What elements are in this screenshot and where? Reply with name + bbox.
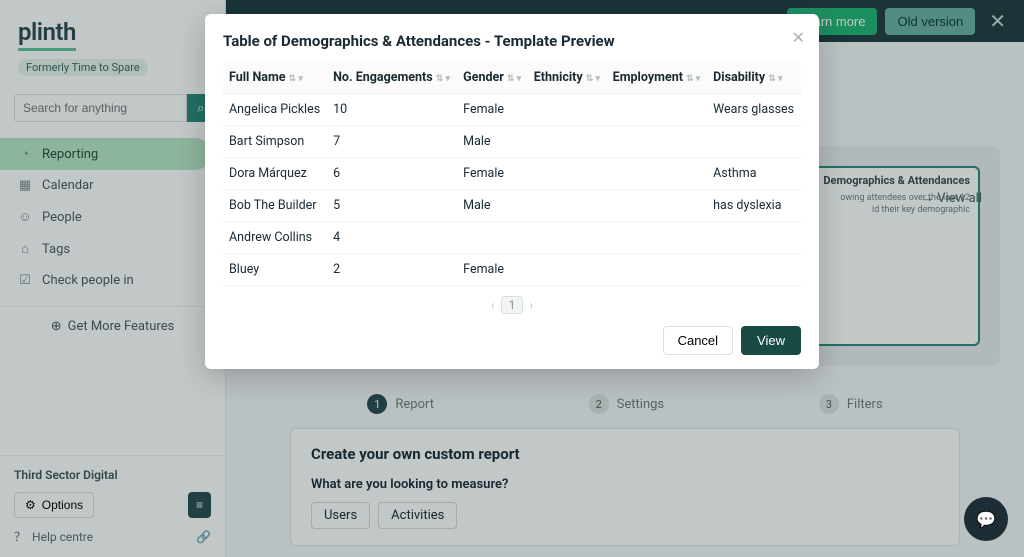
pager-next[interactable]: › [529, 298, 533, 312]
sort-icon[interactable]: ⇅ ▾ [436, 74, 450, 84]
modal-overlay: ✕ Table of Demographics & Attendances - … [0, 0, 1024, 557]
table-row: Angelica Pickles10Female Wears glasses [223, 94, 801, 126]
cancel-button[interactable]: Cancel [663, 326, 733, 355]
table-cell: Bob The Builder [223, 190, 327, 222]
modal-actions: Cancel View [223, 326, 801, 355]
table-cell [528, 222, 607, 254]
table-cell [607, 190, 707, 222]
table-cell: 2 [327, 254, 457, 286]
preview-table: Full Name⇅ ▾ No. Engagements⇅ ▾ Gender⇅ … [223, 62, 801, 286]
table-cell: Female [457, 94, 528, 126]
table-row: Bluey2Female [223, 254, 801, 286]
table-cell: Male [457, 190, 528, 222]
table-cell [607, 158, 707, 190]
sort-icon[interactable]: ⇅ ▾ [768, 74, 782, 84]
table-cell: Dora Márquez [223, 158, 327, 190]
table-cell: 5 [327, 190, 457, 222]
table-cell: has dyslexia [707, 190, 801, 222]
pager-current: 1 [501, 296, 524, 314]
pager-prev[interactable]: ‹ [491, 298, 495, 312]
table-cell [528, 190, 607, 222]
sort-icon[interactable]: ⇅ ▾ [686, 74, 700, 84]
table-cell [607, 126, 707, 158]
table-cell: 10 [327, 94, 457, 126]
table-cell: Wears glasses [707, 94, 801, 126]
table-row: Dora Márquez6Female Asthma [223, 158, 801, 190]
col-fullname[interactable]: Full Name⇅ ▾ [223, 62, 327, 94]
col-engagements[interactable]: No. Engagements⇅ ▾ [327, 62, 457, 94]
table-cell: 6 [327, 158, 457, 190]
col-gender[interactable]: Gender⇅ ▾ [457, 62, 528, 94]
table-cell [528, 126, 607, 158]
table-cell [528, 158, 607, 190]
table-cell [528, 94, 607, 126]
table-cell [607, 94, 707, 126]
table-row: Bob The Builder5Male has dyslexia [223, 190, 801, 222]
col-ethnicity[interactable]: Ethnicity⇅ ▾ [528, 62, 607, 94]
table-cell [457, 222, 528, 254]
col-disability[interactable]: Disability⇅ ▾ [707, 62, 801, 94]
chat-icon: 💬 [976, 510, 996, 529]
template-preview-modal: ✕ Table of Demographics & Attendances - … [205, 14, 819, 369]
table-cell: Male [457, 126, 528, 158]
table-cell: 7 [327, 126, 457, 158]
table-cell: Female [457, 158, 528, 190]
sort-icon[interactable]: ⇅ ▾ [507, 74, 521, 84]
table-cell: Asthma [707, 158, 801, 190]
table-cell: Bart Simpson [223, 126, 327, 158]
table-cell [528, 254, 607, 286]
table-cell: 4 [327, 222, 457, 254]
table-cell: Angelica Pickles [223, 94, 327, 126]
sort-icon[interactable]: ⇅ ▾ [289, 74, 303, 84]
sort-icon[interactable]: ⇅ ▾ [586, 74, 600, 84]
pagination: ‹ 1 › [223, 286, 801, 318]
modal-close-icon[interactable]: ✕ [792, 28, 805, 47]
table-cell [707, 254, 801, 286]
col-employment[interactable]: Employment⇅ ▾ [607, 62, 707, 94]
table-cell: Andrew Collins [223, 222, 327, 254]
table-cell [607, 222, 707, 254]
table-row: Bart Simpson7Male [223, 126, 801, 158]
chat-launcher[interactable]: 💬 [964, 497, 1008, 541]
view-button[interactable]: View [741, 326, 801, 355]
table-row: Andrew Collins4 [223, 222, 801, 254]
table-cell: Bluey [223, 254, 327, 286]
table-cell [707, 222, 801, 254]
table-cell [607, 254, 707, 286]
table-cell [707, 126, 801, 158]
modal-title: Table of Demographics & Attendances - Te… [223, 32, 801, 50]
table-cell: Female [457, 254, 528, 286]
